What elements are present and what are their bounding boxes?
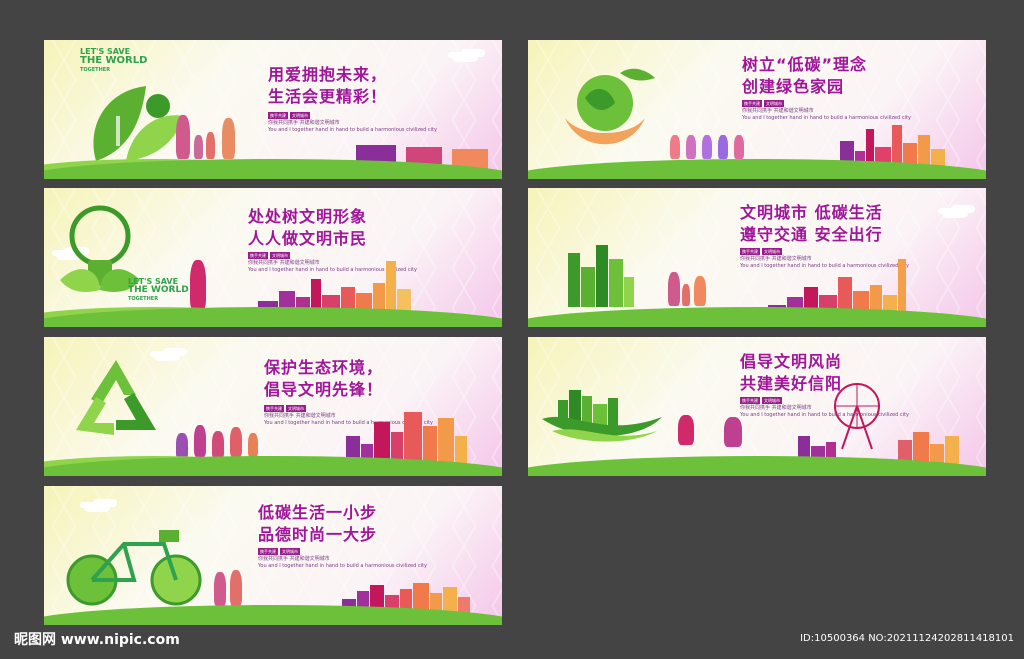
cloud-icon (452, 52, 478, 62)
cloud-icon (84, 502, 110, 512)
headline-line-1: 用爱拥抱未来， (268, 65, 388, 84)
banner-panel-2: 树立“低碳”理念 创建绿色家园 携手共建 文明城市 你我共同携手 共建和谐文明城市… (528, 40, 986, 179)
tag: 文明城市 (290, 112, 310, 119)
headline-line-1: 倡导文明风尚 (740, 352, 843, 371)
banner-panel-1: LET'S SAVE THE WORLD TOGETHER 用爱拥抱未来， 生活… (44, 40, 502, 179)
logo-line: THE WORLD (80, 55, 148, 66)
image-id: ID:10500364 NO:20211124202811418101 (800, 633, 1014, 644)
green-buildings (568, 245, 634, 307)
save-world-logo: LET'S SAVE THE WORLD TOGETHER (80, 48, 147, 74)
tag: 携手共建 (258, 548, 278, 555)
tag: 携手共建 (740, 248, 760, 255)
headline: 树立“低碳”理念 创建绿色家园 (742, 54, 867, 98)
globe-hands-icon (565, 68, 655, 145)
subtitle-cn: 你我共同携手 共建和谐文明城市 (268, 120, 340, 126)
leaf-hand-icon (93, 86, 184, 161)
tag: 文明城市 (764, 100, 784, 107)
subtitle-en: You and I together hand in hand to build… (742, 115, 911, 121)
tag: 文明城市 (286, 405, 306, 412)
tag: 文明城市 (762, 248, 782, 255)
tag: 携手共建 (740, 397, 760, 404)
headline-line-2: 生活会更精彩！ (268, 87, 388, 106)
tag: 携手共建 (268, 112, 288, 119)
headline: 文明城市 低碳生活 遵守交通 安全出行 (740, 202, 883, 246)
subtitle-en: You and I together hand in hand to build… (268, 127, 437, 133)
tag: 文明城市 (280, 548, 300, 555)
logo-line: TOGETHER (128, 296, 159, 302)
recycle-icon (76, 360, 156, 435)
headline-line-2: 创建绿色家园 (742, 77, 845, 96)
headline: 倡导文明风尚 共建美好信阳 (740, 351, 842, 395)
headline-line-2: 品德时尚一大步 (258, 525, 378, 544)
subtitle-en: You and I together hand in hand to build… (258, 563, 427, 569)
headline-line-1: 低碳生活一小步 (258, 503, 378, 522)
save-world-logo: LET'S SAVE THE WORLD TOGETHER (128, 278, 189, 303)
headline: 用爱拥抱未来， 生活会更精彩！ (268, 64, 387, 108)
site-watermark: 昵图网 www.nipic.com (14, 632, 180, 648)
banner-panel-6: 倡导文明风尚 共建美好信阳 携手共建 文明城市 你我共同携手 共建和谐文明城市 Y… (528, 337, 986, 476)
headline-line-2: 共建美好信阳 (740, 374, 843, 393)
subtitle: 携手共建 文明城市 你我共同携手 共建和谐文明城市 You and I toget… (258, 548, 427, 570)
subtitle-en: You and I together hand in hand to build… (740, 412, 909, 418)
headline-line-1: 保护生态环境， (264, 358, 384, 377)
subtitle: 携手共建 文明城市 你我共同携手 共建和谐文明城市 You and I toget… (740, 397, 909, 419)
subtitle-cn: 你我共同携手 共建和谐文明城市 (740, 405, 812, 411)
headline-line-2: 人人做文明市民 (248, 229, 368, 248)
headline-line-2: 遵守交通 安全出行 (740, 225, 883, 244)
tag: 携手共建 (742, 100, 762, 107)
headline: 保护生态环境， 倡导文明先锋！ (264, 357, 383, 401)
banner-panel-4: 文明城市 低碳生活 遵守交通 安全出行 携手共建 文明城市 你我共同携手 共建和谐… (528, 188, 986, 327)
headline-line-1: 文明城市 低碳生活 (740, 203, 883, 222)
banner-panel-5: 保护生态环境， 倡导文明先锋！ 携手共建 文明城市 你我共同携手 共建和谐文明城市… (44, 337, 502, 476)
tag: 文明城市 (762, 397, 782, 404)
headline: 低碳生活一小步 品德时尚一大步 (258, 502, 377, 546)
subtitle: 携手共建 文明城市 你我共同携手 共建和谐文明城市 You and I toget… (742, 100, 911, 122)
headline: 处处树文明形象 人人做文明市民 (248, 206, 367, 250)
green-wave-icon (542, 416, 662, 442)
cloud-icon (942, 208, 968, 218)
banner-panel-7: 低碳生活一小步 品德时尚一大步 携手共建 文明城市 你我共同携手 共建和谐文明城市… (44, 486, 502, 625)
bicycle-icon (66, 530, 202, 606)
tag: 携手共建 (264, 405, 284, 412)
headline-line-1: 树立“低碳”理念 (742, 55, 868, 74)
headline-line-1: 处处树文明形象 (248, 207, 368, 226)
tag: 携手共建 (248, 252, 268, 259)
subtitle-cn: 你我共同携手 共建和谐文明城市 (258, 556, 330, 562)
subtitle: 携手共建 文明城市 你我共同携手 共建和谐文明城市 You and I toget… (268, 112, 437, 134)
banner-panel-3: LET'S SAVE THE WORLD TOGETHER 处处树文明形象 人人… (44, 188, 502, 327)
subtitle-cn: 你我共同携手 共建和谐文明城市 (742, 108, 814, 114)
logo-line: TOGETHER (80, 67, 111, 73)
logo-line: THE WORLD (128, 285, 189, 295)
headline-line-2: 倡导文明先锋！ (264, 380, 384, 399)
tag: 文明城市 (270, 252, 290, 259)
